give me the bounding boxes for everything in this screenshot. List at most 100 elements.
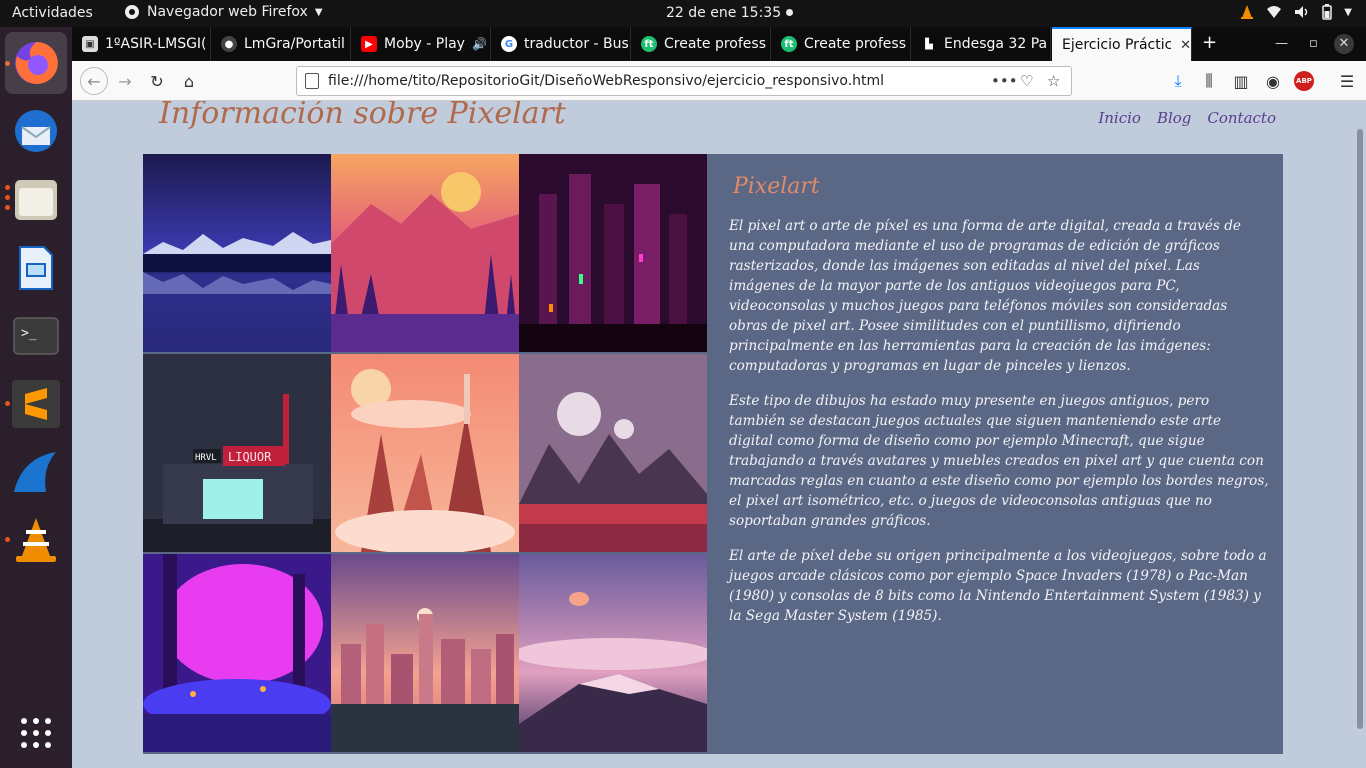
- menu-icon[interactable]: ☰: [1336, 70, 1358, 92]
- tab-title: Moby - Play: [384, 36, 465, 52]
- nav-link-blog[interactable]: Blog: [1157, 109, 1191, 127]
- terminal-icon: >_: [13, 317, 59, 355]
- new-tab-icon[interactable]: +: [1202, 32, 1217, 53]
- tab-title: Ejercicio Práctic: [1062, 37, 1172, 53]
- article-paragraph: Este tipo de dibujos ha estado muy prese…: [729, 393, 1269, 529]
- gallery-image-pink-city: [331, 554, 519, 752]
- account-icon[interactable]: ◉: [1262, 70, 1284, 92]
- tab-title: 1ºASIR-LMSGI(: [105, 36, 207, 52]
- dock-writer[interactable]: [11, 243, 61, 293]
- running-indicator: [5, 195, 10, 200]
- ft-icon: ft: [781, 36, 797, 52]
- dock-firefox[interactable]: [5, 32, 67, 94]
- page-actions-icon[interactable]: •••: [991, 72, 1018, 90]
- dock-thunderbird[interactable]: [11, 106, 61, 156]
- article-paragraph: El arte de píxel debe su origen principa…: [729, 548, 1267, 624]
- browser-tab[interactable]: ft Create profess: [771, 27, 911, 61]
- gallery-image-purple-mountain: [519, 554, 707, 752]
- tab-title: Endesga 32 Pa: [944, 36, 1048, 52]
- url-text[interactable]: file:///home/tito/RepositorioGit/DiseñoW…: [328, 73, 884, 89]
- tab-title: LmGra/Portatil: [244, 36, 345, 52]
- close-window-icon[interactable]: ✕: [1334, 34, 1354, 54]
- running-indicator: [5, 185, 10, 190]
- page-viewport: Información sobre Pixelart Inicio Blog C…: [72, 101, 1366, 768]
- ft-icon: ft: [641, 36, 657, 52]
- shark-fin-icon: [14, 452, 56, 492]
- folder-icon: [15, 180, 57, 220]
- gallery-image-magenta-forest: [143, 554, 331, 752]
- hrvl-sign-text: HRVL: [195, 453, 217, 463]
- reload-icon[interactable]: ↻: [146, 70, 168, 92]
- running-indicator: [5, 401, 10, 406]
- browser-tab[interactable]: ft Create profess: [631, 27, 771, 61]
- browser-tab[interactable]: ● LmGra/Portatil: [211, 27, 351, 61]
- wifi-icon: [1267, 6, 1282, 18]
- pixelart-gallery: LIQUOR HRVL: [143, 154, 707, 754]
- document-icon: [19, 246, 53, 290]
- gnome-top-bar: Actividades Navegador web Firefox ▼ 22 d…: [0, 0, 1366, 27]
- app-menu-label: Navegador web Firefox: [147, 4, 308, 20]
- gallery-image-neon-city: [519, 154, 707, 352]
- battery-icon: [1322, 4, 1333, 20]
- forward-arrow-icon[interactable]: →: [114, 70, 136, 92]
- svg-text:>_: >_: [21, 326, 37, 341]
- minimize-icon[interactable]: —: [1275, 36, 1288, 51]
- bookmark-star-icon[interactable]: ☆: [1047, 72, 1060, 90]
- tab-title: traductor - Bus: [524, 36, 629, 52]
- thunderbird-icon: [15, 110, 57, 152]
- dock-sublime[interactable]: [11, 379, 61, 429]
- firefox-small-icon: [125, 5, 139, 19]
- url-bar[interactable]: file:///home/tito/RepositorioGit/DiseñoW…: [296, 66, 1072, 96]
- article: Pixelart El pixel art o arte de píxel es…: [729, 174, 1269, 641]
- tab-title: Create profess: [804, 36, 906, 52]
- browser-tab-bar: ▣ 1ºASIR-LMSGI( ● LmGra/Portatil ▶ Moby …: [72, 27, 1366, 61]
- browser-tab[interactable]: ▣ 1ºASIR-LMSGI(: [72, 27, 211, 61]
- dock-wireshark[interactable]: [11, 447, 61, 497]
- nav-link-inicio[interactable]: Inicio: [1098, 109, 1141, 127]
- sublime-icon: [12, 380, 60, 428]
- site-nav: Inicio Blog Contacto: [1098, 109, 1276, 127]
- show-applications-button[interactable]: [11, 708, 61, 758]
- volume-icon: [1295, 6, 1308, 18]
- running-indicator: [5, 205, 10, 210]
- page-icon: [305, 73, 319, 89]
- chevron-down-icon: ▼: [314, 6, 323, 18]
- grid-icon: [21, 718, 51, 748]
- dock-files[interactable]: [11, 175, 61, 225]
- github-icon: ●: [221, 36, 237, 52]
- youtube-icon: ▶: [361, 36, 377, 52]
- vlc-tray-icon[interactable]: [1240, 4, 1254, 20]
- nav-link-contacto[interactable]: Contacto: [1207, 109, 1276, 127]
- gallery-image-liquor-store: LIQUOR HRVL: [143, 354, 331, 552]
- download-icon[interactable]: ⤓: [1167, 70, 1189, 92]
- browser-tab[interactable]: ▶ Moby - Play 🔊: [351, 27, 491, 61]
- content-panel: LIQUOR HRVL Pixelart El pixel art o arte…: [143, 154, 1283, 754]
- dock-vlc[interactable]: [11, 515, 61, 565]
- firefox-icon: [15, 41, 58, 84]
- home-icon[interactable]: ⌂: [178, 70, 200, 92]
- activities-button[interactable]: Actividades: [12, 5, 93, 21]
- back-arrow-icon[interactable]: ←: [80, 67, 108, 95]
- browser-tab[interactable]: ▙ Endesga 32 Pa: [911, 27, 1051, 61]
- dock: >_: [0, 27, 72, 768]
- maximize-icon[interactable]: ▫: [1309, 36, 1318, 51]
- article-paragraph: El pixel art o arte de píxel es una form…: [729, 218, 1241, 374]
- clock[interactable]: 22 de ene 15:35: [666, 5, 781, 21]
- browser-tab[interactable]: G traductor - Bus: [491, 27, 631, 61]
- speaker-icon[interactable]: 🔊: [472, 37, 487, 51]
- app-menu[interactable]: Navegador web Firefox ▼: [124, 4, 323, 20]
- google-icon: G: [501, 36, 517, 52]
- system-tray[interactable]: ▼: [1240, 4, 1352, 20]
- lospec-icon: ▙: [925, 38, 933, 50]
- tab-title: Create profess: [664, 36, 766, 52]
- scrollbar-thumb[interactable]: [1357, 129, 1363, 729]
- sidebar-icon[interactable]: ▥: [1230, 70, 1252, 92]
- dock-terminal[interactable]: >_: [11, 311, 61, 361]
- library-icon[interactable]: ⫼: [1198, 70, 1220, 92]
- system-menu-chevron-icon: ▼: [1344, 6, 1352, 18]
- browser-tab-active[interactable]: Ejercicio Práctic ✕: [1052, 27, 1192, 61]
- close-tab-icon[interactable]: ✕: [1180, 38, 1191, 53]
- adblock-icon[interactable]: ABP: [1294, 71, 1314, 91]
- pocket-icon[interactable]: ♡: [1020, 72, 1033, 90]
- page-scrollbar[interactable]: [1354, 101, 1366, 768]
